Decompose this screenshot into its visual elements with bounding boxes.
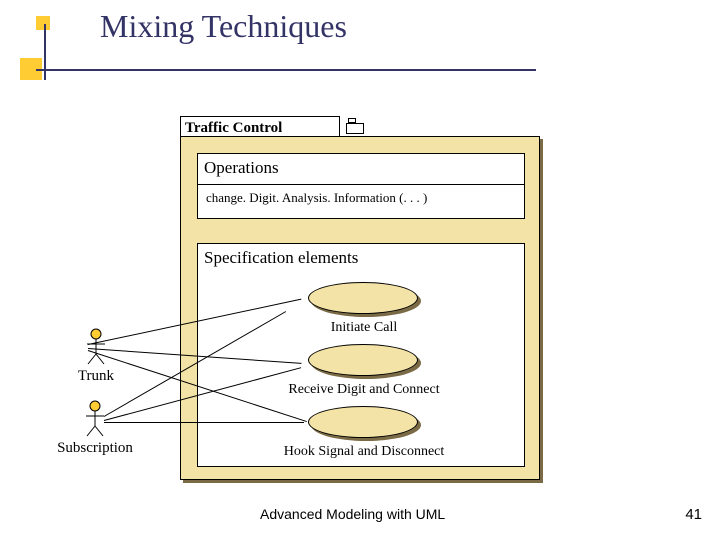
usecase-label: Hook Signal and Disconnect (254, 444, 474, 460)
slide-title: Mixing Techniques (100, 8, 347, 45)
footer-text: Advanced Modeling with UML (260, 506, 445, 522)
package-box: Operations change. Digit. Analysis. Info… (180, 136, 540, 480)
operations-item: change. Digit. Analysis. Information (. … (206, 190, 427, 206)
connector (104, 422, 304, 423)
decor-line-h (36, 69, 536, 71)
usecase-oval (308, 282, 418, 314)
usecase-label: Receive Digit and Connect (254, 382, 474, 398)
package-title: Traffic Control (185, 120, 282, 137)
actor-subscription: Subscription (40, 400, 150, 457)
specification-header: Specification elements (204, 248, 358, 268)
page-number: 41 (685, 506, 702, 523)
actor-label: Subscription (40, 440, 150, 457)
package-icon (346, 118, 366, 136)
decor-line-v (44, 24, 46, 80)
usecase-label: Initiate Call (254, 320, 474, 336)
operations-header: Operations (204, 158, 279, 178)
usecase-oval (308, 344, 418, 376)
section-specification: Specification elements Initiate Call Rec… (197, 243, 525, 467)
decor-square (36, 16, 50, 30)
actor-icon (84, 400, 106, 438)
actor-label: Trunk (56, 368, 136, 385)
actor-icon (85, 328, 107, 366)
section-operations: Operations change. Digit. Analysis. Info… (197, 153, 525, 219)
usecase-oval (308, 406, 418, 438)
